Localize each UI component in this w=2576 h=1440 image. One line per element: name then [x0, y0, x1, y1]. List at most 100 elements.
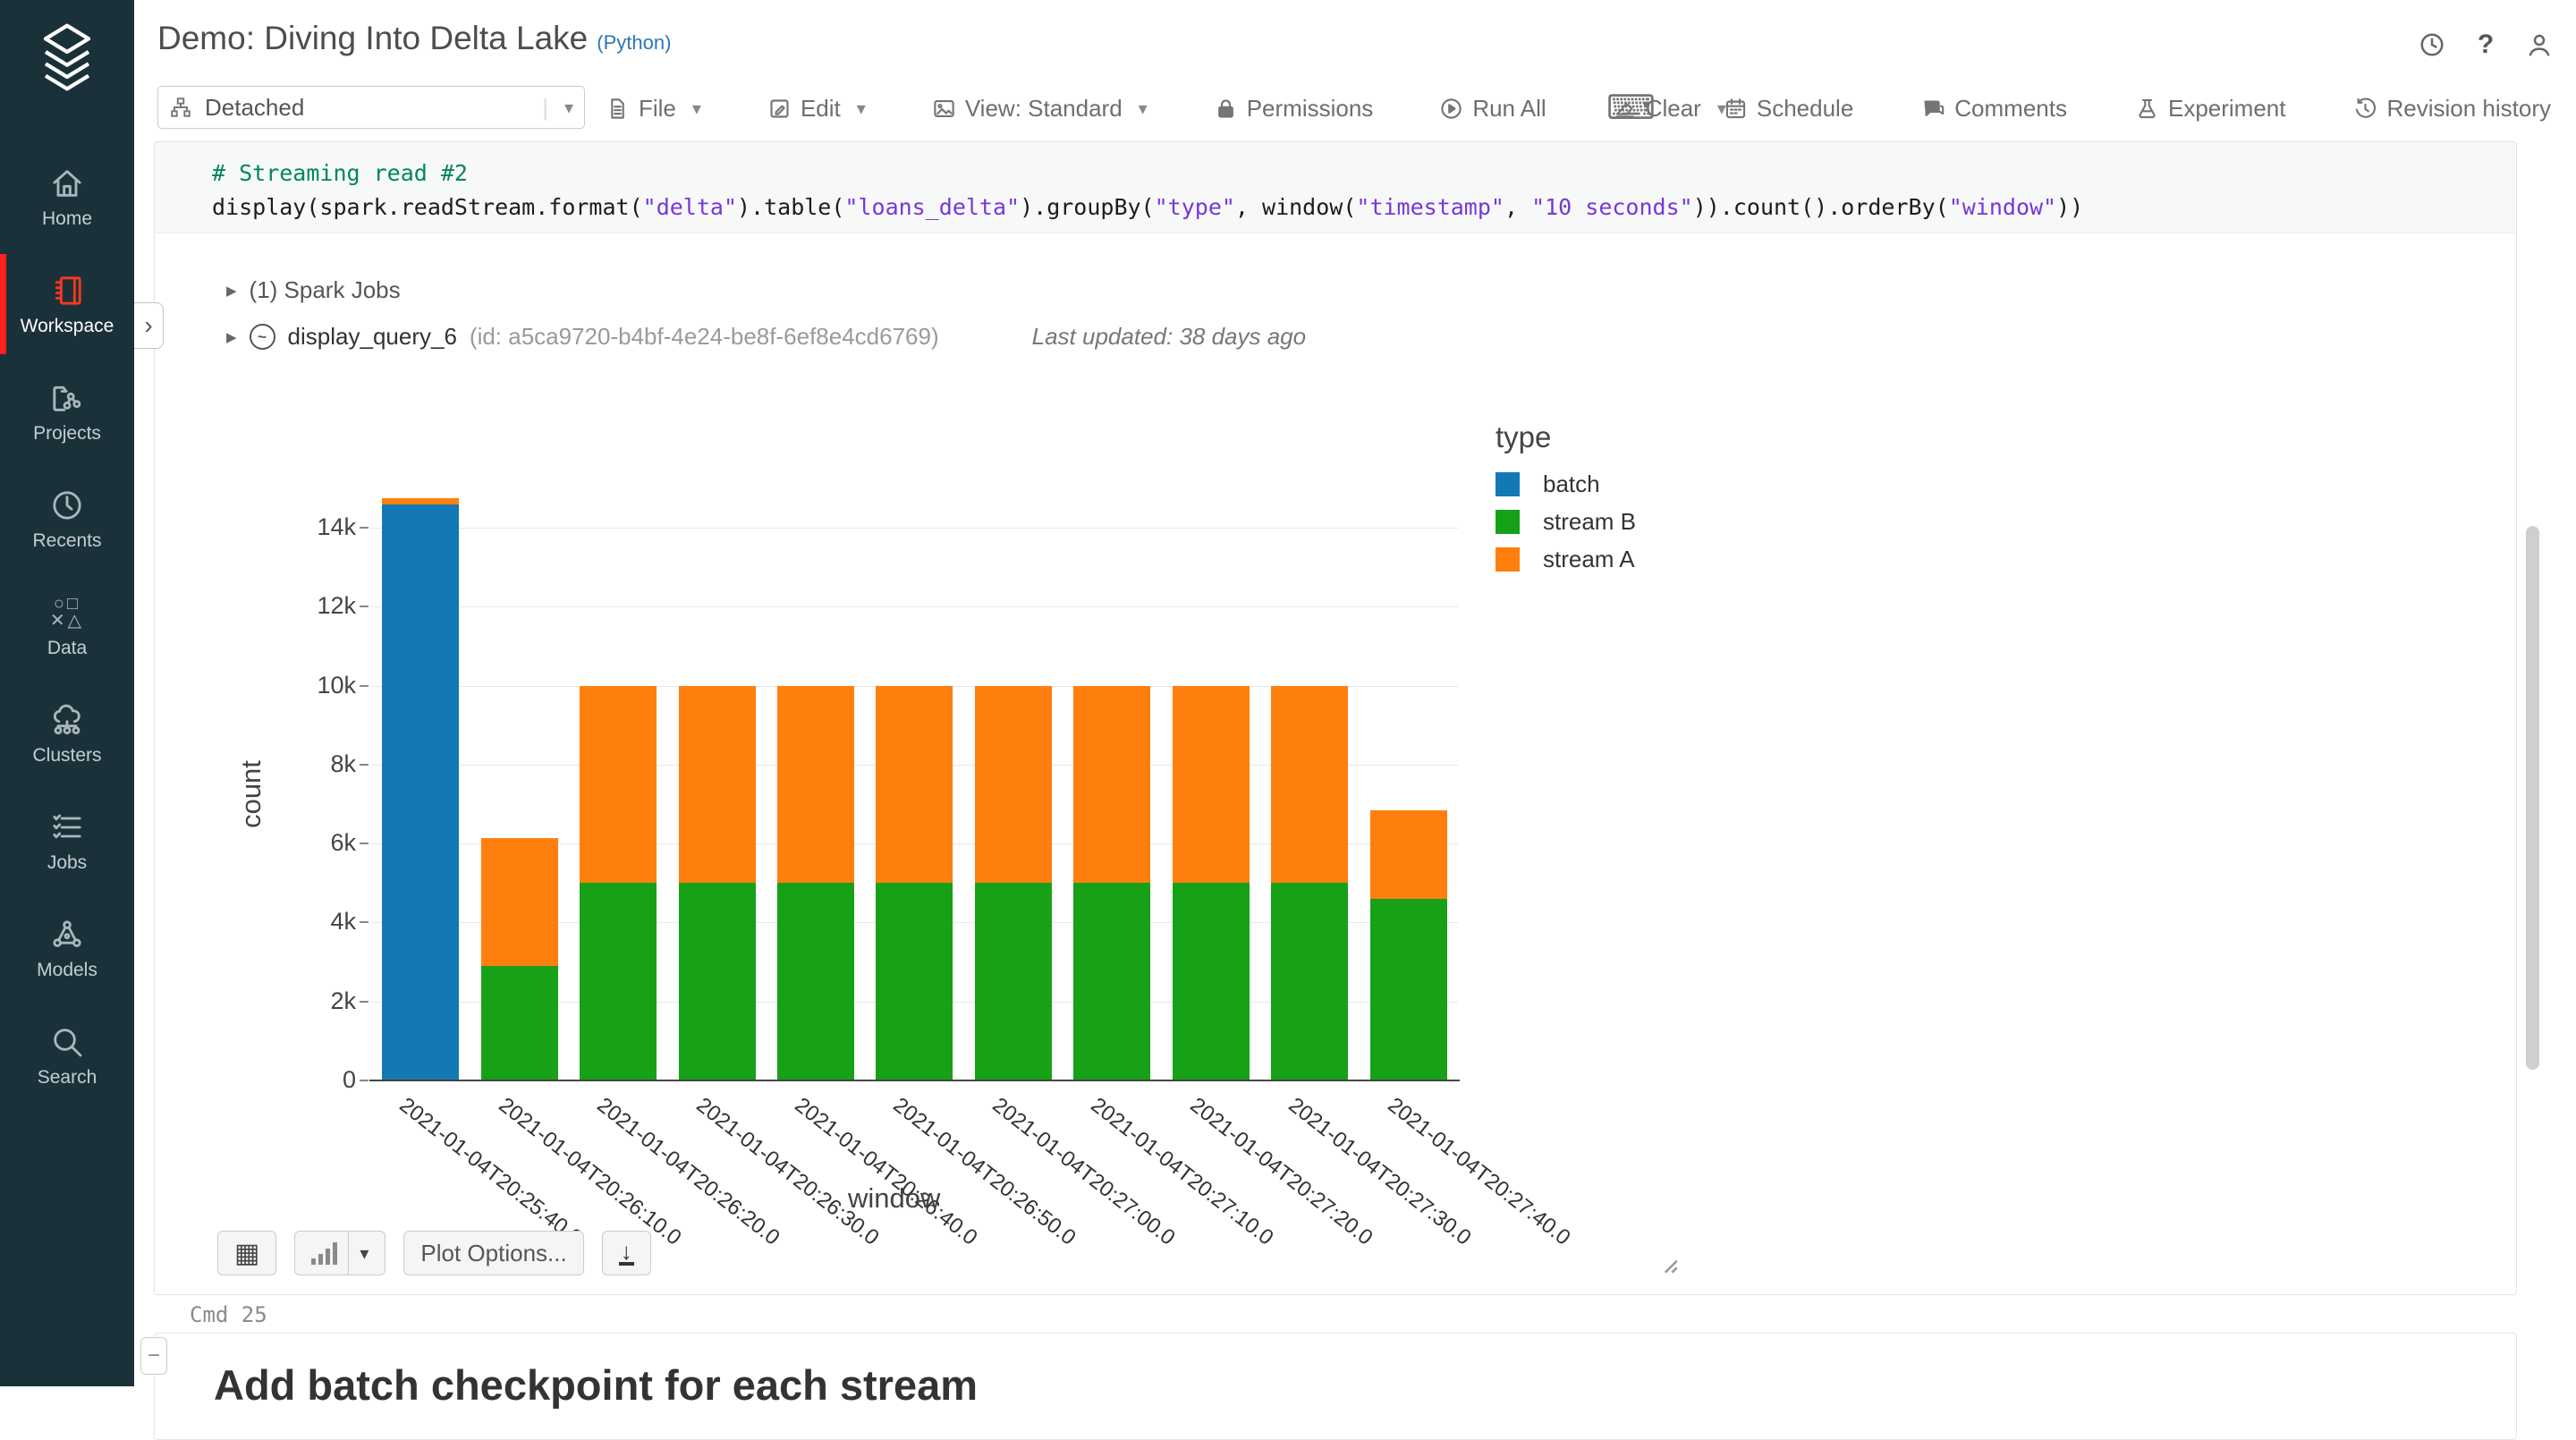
code-token-string: "window": [1949, 194, 2056, 220]
sidebar-item-models[interactable]: Models: [0, 894, 134, 1002]
button-label: Plot Options...: [420, 1240, 566, 1267]
file-icon: [606, 97, 630, 121]
comments-icon: [1921, 97, 1945, 121]
code-token-plain: ).groupBy(: [1020, 194, 1155, 220]
query-id: (id: a5ca9720-b4bf-4e24-be8f-6ef8e4cd676…: [470, 323, 939, 351]
code-token-string: "loans_delta": [844, 194, 1020, 220]
chart-controls: ▦ ▾ Plot Options... ↓: [217, 1231, 651, 1275]
chevron-down-icon: ▾: [564, 97, 573, 119]
stream-query-row: ▶ ~ display_query_6 (id: a5ca9720-b4bf-4…: [226, 323, 1306, 351]
sidebar-item-label: Projects: [33, 423, 101, 445]
bar-chart-icon: [311, 1241, 337, 1265]
sidebar-item-label: Home: [42, 208, 92, 230]
sidebar-item-jobs[interactable]: Jobs: [0, 787, 134, 894]
clusters-icon: [48, 701, 86, 739]
code-token-string: "timestamp": [1356, 194, 1504, 220]
stream-status-icon: ~: [250, 324, 275, 350]
sidebar-item-workspace[interactable]: Workspace: [0, 250, 134, 358]
sidebar-item-projects[interactable]: Projects: [0, 358, 134, 465]
edit-button[interactable]: Edit▾: [767, 95, 866, 123]
comments-button[interactable]: Comments: [1921, 95, 2067, 123]
code-token-plain: ,: [1504, 194, 1531, 220]
chart-type-button[interactable]: ▾: [294, 1231, 386, 1275]
keyboard-button[interactable]: ⌨: [1606, 95, 1656, 122]
table-icon: ▦: [234, 1238, 259, 1269]
cluster-label: Detached: [205, 94, 542, 122]
expander-arrow-icon[interactable]: ▶: [226, 329, 237, 345]
revision-history-button[interactable]: Revision history: [2353, 95, 2551, 123]
button-divider: [348, 1232, 349, 1275]
query-name: display_query_6: [288, 323, 457, 351]
permissions-button[interactable]: Permissions: [1214, 95, 1374, 123]
code-token-plain: , window(: [1235, 194, 1356, 220]
spark-jobs-label: (1) Spark Jobs: [250, 276, 401, 304]
sidebar-item-label: Clusters: [32, 745, 101, 767]
table-view-button[interactable]: ▦: [217, 1231, 276, 1275]
keyboard-icon: ⌨: [1606, 95, 1656, 122]
account-icon[interactable]: [2524, 30, 2555, 60]
help-icon[interactable]: ?: [2470, 30, 2501, 60]
sidebar-item-label: Recents: [32, 530, 101, 552]
download-button[interactable]: ↓: [602, 1231, 651, 1275]
sidebar-expand-handle[interactable]: ›: [134, 302, 164, 349]
chevron-down-icon: ▾: [360, 1242, 369, 1265]
sidebar-item-search[interactable]: Search: [0, 1002, 134, 1109]
next-notebook-cell: − Add batch checkpoint for each stream: [154, 1333, 2517, 1440]
cluster-select[interactable]: Detached | ▾: [157, 86, 585, 129]
file-button[interactable]: File ▾: [606, 95, 701, 123]
schedule-icon: [1724, 97, 1748, 121]
plot-options-button[interactable]: Plot Options...: [403, 1231, 583, 1275]
run-all-button[interactable]: Run All: [1439, 95, 1546, 123]
sidebar-nav: Home Workspace Projects Recents ○□✕△Data Clus…: [0, 143, 134, 1109]
status-clock-icon[interactable]: [2417, 30, 2447, 60]
sidebar-item-recents[interactable]: Recents: [0, 465, 134, 572]
sidebar-item-label: Data: [47, 638, 87, 659]
sidebar-item-label: Search: [38, 1067, 97, 1088]
notebook-cell: # Streaming read #2 display(spark.readSt…: [154, 141, 2517, 1295]
next-cell-heading: Add batch checkpoint for each stream: [214, 1360, 978, 1410]
code-token-plain: ).table(: [737, 194, 844, 220]
history-icon: [2353, 97, 2377, 121]
view-icon: [932, 97, 956, 121]
lock-icon: [1214, 97, 1238, 121]
cmd-number-label: Cmd 25: [190, 1302, 267, 1327]
edit-icon: [767, 97, 792, 121]
code-editor[interactable]: # Streaming read #2 display(spark.readSt…: [155, 142, 2516, 233]
run-all-icon: [1439, 97, 1463, 121]
sidebar-item-clusters[interactable]: Clusters: [0, 680, 134, 787]
collapse-cell-button[interactable]: −: [140, 1337, 167, 1375]
toolbar-button-label: File: [639, 95, 676, 123]
code-comment-line: # Streaming read #2: [212, 157, 2516, 191]
view-standard-button[interactable]: View: Standard▾: [932, 95, 1148, 123]
toolbar-button-label: View: Standard: [965, 95, 1123, 123]
toolbar-button-label: Experiment: [2168, 95, 2286, 123]
sidebar-item-label: Models: [37, 960, 97, 981]
sidebar-item-label: Jobs: [47, 852, 87, 874]
notebook-language: (Python): [597, 31, 671, 54]
code-token-plain: )).count().orderBy(: [1693, 194, 1949, 220]
code-token-plain: display(spark.readStream.format(: [212, 194, 643, 220]
scrollbar-thumb[interactable]: [2526, 526, 2539, 1070]
notebook-toolbar: Detached | ▾ File▾Edit▾View: Standard▾Pe…: [134, 82, 2576, 134]
projects-icon: [48, 379, 86, 417]
sidebar-item-home[interactable]: Home: [0, 143, 134, 250]
notebook-title: Demo: Diving Into Delta Lake(Python): [157, 20, 671, 57]
expander-arrow-icon[interactable]: ▶: [226, 283, 237, 299]
code-token-string: "10 seconds": [1531, 194, 1693, 220]
query-last-updated: Last updated: 38 days ago: [1032, 323, 1306, 351]
schedule-button[interactable]: Schedule: [1724, 95, 1853, 123]
toolbar-left-group: File ▾ Edit▾ View: Standard▾ Permissions Run …: [606, 82, 1726, 134]
cluster-divider: |: [542, 94, 548, 122]
chevron-down-icon: ▾: [692, 97, 701, 120]
sidebar: Home Workspace Projects Recents ○□✕△Data Clus…: [0, 0, 134, 1386]
toolbar-right-group: ⌨ Schedule Comments Experiment Revision hist…: [1606, 82, 2551, 134]
toolbar-button-label: Comments: [1954, 95, 2067, 123]
databricks-logo-icon[interactable]: [38, 20, 96, 97]
experiment-button[interactable]: Experiment: [2135, 95, 2286, 123]
jobs-icon: [48, 809, 86, 846]
sidebar-item-data[interactable]: ○□✕△Data: [0, 572, 134, 680]
workspace-icon: [48, 272, 86, 309]
code-token-plain: )): [2056, 194, 2083, 220]
resize-handle-icon[interactable]: [1657, 1252, 1680, 1275]
toolbar-button-label: Revision history: [2386, 95, 2551, 123]
